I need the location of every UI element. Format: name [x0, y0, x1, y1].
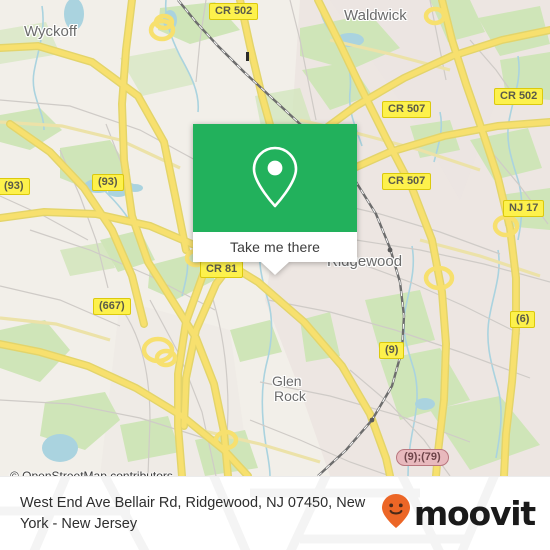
- take-me-there-button[interactable]: Take me there: [230, 239, 320, 255]
- moovit-logo[interactable]: moovit: [381, 493, 536, 534]
- popup-footer[interactable]: Take me there: [193, 232, 357, 262]
- shield-cr-507-upper: CR 507: [382, 101, 432, 118]
- shield-cr-507-lower: CR 507: [382, 173, 432, 190]
- footer-bar: West End Ave Bellair Rd, Ridgewood, NJ 0…: [0, 476, 550, 550]
- location-address-label: West End Ave Bellair Rd, Ridgewood, NJ 0…: [20, 494, 366, 532]
- shield-nj-17: NJ 17: [503, 200, 545, 217]
- moovit-smiley-pin-icon: [381, 493, 411, 534]
- popup-tail-pointer: [261, 262, 289, 275]
- shield-9-79: (9);(79): [396, 449, 449, 466]
- shield-9: (9): [379, 342, 405, 359]
- moovit-map-screenshot: Wyckoff Waldwick Ridgewood Glen Rock CR …: [0, 0, 550, 550]
- map-canvas[interactable]: Wyckoff Waldwick Ridgewood Glen Rock CR …: [0, 0, 550, 476]
- location-popup-card[interactable]: Take me there: [193, 124, 357, 275]
- shield-93-west: (93): [0, 178, 30, 195]
- osm-attribution[interactable]: © OpenStreetMap contributors: [10, 469, 173, 476]
- shield-667: (667): [93, 298, 131, 315]
- shield-93-east: (93): [92, 174, 124, 191]
- map-pin-icon: [248, 144, 302, 212]
- shield-cr-502-north: CR 502: [209, 3, 259, 20]
- moovit-wordmark: moovit: [413, 494, 536, 533]
- shield-cr-81: CR 81: [200, 261, 244, 278]
- shield-6: (6): [510, 311, 536, 328]
- popup-header: [193, 124, 357, 232]
- shield-cr-502-east: CR 502: [494, 88, 544, 105]
